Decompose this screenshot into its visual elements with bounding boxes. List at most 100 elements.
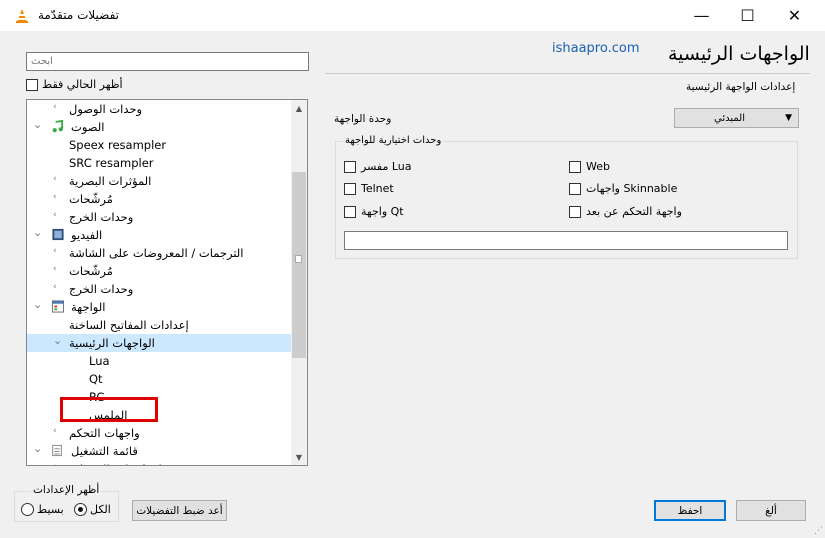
tree-item-label: الترجمات / المعروضات على الشاشة xyxy=(69,246,244,260)
reset-preferences-button[interactable]: أعد ضبط التفضيلات xyxy=(132,500,227,521)
tree-item[interactable]: ⌄ الواجهات الرئيسية xyxy=(27,334,293,352)
title-bar: تفضيلات متقدّمة — ☐ ✕ xyxy=(0,0,825,31)
page-title: الواجهات الرئيسية xyxy=(668,43,810,65)
interface-module-select[interactable]: ▼ المبدئي xyxy=(674,108,799,128)
tree-item-label: Speex resampler xyxy=(69,138,167,152)
simple-radio[interactable] xyxy=(21,503,34,516)
dialog-body: أظهر الحالي فقط ‹ وحدات الوصول ⌄ الصوت Speex… xyxy=(0,31,825,538)
all-radio-label: الكل xyxy=(90,503,111,516)
lua-checkbox-label: مفسر Lua xyxy=(361,160,412,173)
tree-item-label: وحدات الوصول xyxy=(69,102,143,116)
tree-item[interactable]: Qt xyxy=(27,370,293,388)
tree-item[interactable]: ‹ وحدات الخرج xyxy=(27,280,293,298)
playlist-icon xyxy=(51,444,63,460)
interface-module-value: المبدئي xyxy=(714,113,745,124)
tree-item[interactable]: ‹ المؤثرات البصرية xyxy=(27,172,293,190)
tree-item[interactable]: ‹ مُرشّحات xyxy=(27,190,293,208)
tree-item-label: Qt xyxy=(89,372,103,386)
skinnable-checkbox[interactable] xyxy=(569,183,581,195)
tree-item[interactable]: Lua xyxy=(27,352,293,370)
tree-item-label: مُرشّحات xyxy=(69,192,113,206)
tree-item-label: قائمة التشغيل xyxy=(71,444,138,458)
web-checkbox-label: Web xyxy=(586,160,610,173)
tree-item[interactable]: ⌄ الفيديو xyxy=(27,226,293,244)
title-divider xyxy=(325,73,810,74)
tree-item-label: مُرشّحات xyxy=(69,264,113,278)
highlight-annotation xyxy=(60,397,158,422)
scroll-thumb-grip xyxy=(295,255,302,263)
chevron-right-icon[interactable]: ‹ xyxy=(53,192,63,202)
tree-item-label: Lua xyxy=(89,354,110,368)
tree-item[interactable]: ‹ وحدات الخرج xyxy=(27,208,293,226)
chevron-down-icon[interactable]: ⌄ xyxy=(33,118,43,131)
maximize-button[interactable]: ☐ xyxy=(725,0,770,31)
chevron-down-icon[interactable]: ⌄ xyxy=(33,442,43,455)
chevron-down-icon[interactable]: ⌄ xyxy=(53,334,63,347)
chevron-right-icon[interactable]: ‹ xyxy=(53,462,63,465)
chevron-right-icon[interactable]: ‹ xyxy=(53,426,63,436)
tree-item-label: الواجهات الرئيسية xyxy=(69,336,155,350)
qt-checkbox[interactable] xyxy=(344,206,356,218)
all-radio[interactable] xyxy=(74,503,87,516)
tree-scrollbar[interactable]: ▲ ▼ xyxy=(291,100,307,465)
chevron-right-icon[interactable]: ‹ xyxy=(53,264,63,274)
tree-item[interactable]: SRC resampler xyxy=(27,154,293,172)
scroll-up-arrow-icon[interactable]: ▲ xyxy=(291,100,307,116)
remote-control-checkbox[interactable] xyxy=(569,206,581,218)
chevron-right-icon[interactable]: ‹ xyxy=(53,282,63,292)
close-button[interactable]: ✕ xyxy=(772,0,817,31)
tree-item[interactable]: ⌄ الصوت xyxy=(27,118,293,136)
scroll-thumb[interactable] xyxy=(292,172,306,358)
remote-control-checkbox-label: واجهة التحكم عن بعد xyxy=(586,205,682,218)
web-checkbox[interactable] xyxy=(569,161,581,173)
interface-module-label: وحدة الواجهة xyxy=(334,113,392,125)
tree-item-label: واجهات التحكم xyxy=(69,426,140,440)
chevron-down-icon[interactable]: ⌄ xyxy=(33,226,43,239)
tree-item-label: المؤثرات البصرية xyxy=(69,174,152,188)
tree-item[interactable]: ‹ الترجمات / المعروضات على الشاشة xyxy=(27,244,293,262)
watermark: ishaapro.com xyxy=(552,41,640,56)
vlc-cone-icon xyxy=(16,9,28,23)
resize-grip-icon[interactable]: ⋰ xyxy=(814,526,823,536)
skinnable-checkbox-label: واجهات Skinnable xyxy=(586,182,678,195)
interface-icon xyxy=(51,300,65,316)
window-title: تفضيلات متقدّمة xyxy=(38,8,119,22)
tree-item-label: استكشاف الخدمات xyxy=(69,462,162,465)
scroll-down-arrow-icon[interactable]: ▼ xyxy=(291,449,307,465)
lua-checkbox[interactable] xyxy=(344,161,356,173)
qt-checkbox-label: واجهة Qt xyxy=(361,205,404,218)
search-input[interactable] xyxy=(26,52,309,71)
chevron-down-icon[interactable]: ⌄ xyxy=(33,298,43,311)
tree-item[interactable]: ⌄ قائمة التشغيل xyxy=(27,442,293,460)
telnet-checkbox[interactable] xyxy=(344,183,356,195)
chevron-right-icon[interactable]: ‹ xyxy=(53,102,63,112)
extra-modules-title: وحدات اختيارية للواجهة xyxy=(343,135,444,146)
chevron-right-icon[interactable]: ‹ xyxy=(53,174,63,184)
tree-item[interactable]: ⌄ الواجهة xyxy=(27,298,293,316)
tree-item[interactable]: ‹ استكشاف الخدمات xyxy=(27,460,293,465)
tree-item-label: وحدات الخرج xyxy=(69,282,134,296)
extra-modules-text-field[interactable] xyxy=(344,231,788,250)
music-icon xyxy=(51,119,64,136)
cancel-button[interactable]: ألغ xyxy=(736,500,806,521)
show-current-only-checkbox[interactable] xyxy=(26,79,38,91)
chevron-down-icon: ▼ xyxy=(785,113,792,123)
tree-item-label: الصوت xyxy=(71,120,105,134)
show-settings-title: أظهر الإعدادات xyxy=(31,484,102,496)
chevron-right-icon[interactable]: ‹ xyxy=(53,210,63,220)
tree-item[interactable]: ‹ مُرشّحات xyxy=(27,262,293,280)
tree-item[interactable]: ‹ وحدات الوصول xyxy=(27,100,293,118)
tree-item[interactable]: ‹ واجهات التحكم xyxy=(27,424,293,442)
section-subtitle: إعدادات الواجهة الرئيسية xyxy=(686,81,796,93)
tree-item-label: إعدادات المفاتيح الساخنة xyxy=(69,318,189,332)
show-current-only-label: أظهر الحالي فقط xyxy=(42,78,123,91)
telnet-checkbox-label: Telnet xyxy=(361,182,394,195)
save-button[interactable]: احفظ xyxy=(654,500,726,521)
chevron-right-icon[interactable]: ‹ xyxy=(53,246,63,256)
tree-item[interactable]: إعدادات المفاتيح الساخنة xyxy=(27,316,293,334)
minimize-button[interactable]: — xyxy=(679,0,724,31)
tree-item[interactable]: Speex resampler xyxy=(27,136,293,154)
tree-item-label: وحدات الخرج xyxy=(69,210,134,224)
simple-radio-label: بسيط xyxy=(37,503,64,516)
tree-item-label: SRC resampler xyxy=(69,156,154,170)
